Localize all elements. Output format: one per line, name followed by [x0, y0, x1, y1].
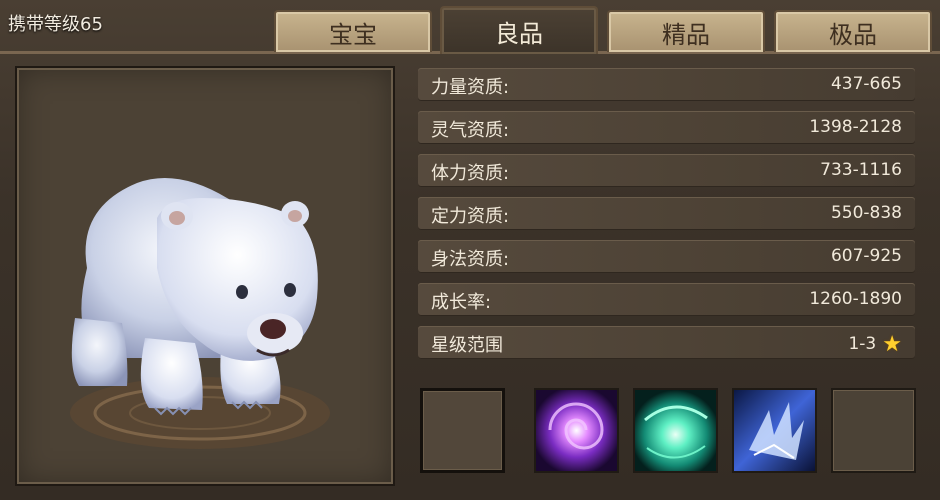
bear-eye-left — [236, 285, 248, 299]
bear-back-leg — [71, 318, 128, 386]
bear-front-leg-left — [140, 338, 203, 410]
attr-value: 733-1116 — [820, 160, 902, 180]
pet-info-panel: 宝宝 良品 精品 极品 携带等级65 力量资质: 437-665 灵气资质: 1… — [0, 0, 940, 500]
skill-slot-2[interactable] — [534, 388, 619, 473]
attr-value-star-range: 1-3 ★ — [848, 332, 902, 357]
attr-value: 1260-1890 — [809, 289, 902, 309]
attr-row-stamina: 体力资质: 733-1116 — [418, 154, 915, 187]
attr-row-growth: 成长率: 1260-1890 — [418, 283, 915, 316]
tab-jipin[interactable]: 极品 — [774, 10, 932, 52]
bear-nose — [260, 319, 286, 339]
tab-liangpin[interactable]: 良品 — [440, 6, 598, 54]
attr-label: 力量资质: — [431, 77, 510, 98]
attr-label: 身法资质: — [431, 249, 510, 270]
tab-bar: 宝宝 良品 精品 极品 — [0, 0, 940, 55]
skill-slot-5[interactable] — [831, 388, 916, 473]
tab-baobao[interactable]: 宝宝 — [274, 10, 432, 52]
skill-slot-4[interactable] — [732, 388, 817, 473]
skill-slot-1[interactable] — [419, 387, 507, 475]
bear-ear-right-inner — [288, 210, 302, 222]
carry-level-title: 携带等级65 — [8, 14, 103, 35]
polar-bear-model — [70, 178, 330, 449]
attr-row-star-range: 星级范围 1-3 ★ — [418, 326, 915, 359]
attr-row-strength: 力量资质: 437-665 — [418, 68, 915, 101]
selection-brush-frame — [419, 387, 507, 475]
attr-label: 灵气资质: — [431, 120, 510, 141]
attr-label: 体力资质: — [431, 163, 510, 184]
tab-jingpin[interactable]: 精品 — [607, 10, 765, 52]
attr-value: 607-925 — [830, 246, 902, 266]
attr-label: 成长率: — [431, 292, 492, 313]
attr-row-agility: 身法资质: 607-925 — [418, 240, 915, 273]
skill-slot-3[interactable] — [633, 388, 718, 473]
green-heal-skill-icon — [635, 390, 716, 471]
pet-model-frame — [15, 66, 395, 486]
purple-vortex-skill-icon — [536, 390, 617, 471]
attr-label: 定力资质: — [431, 206, 510, 227]
attr-value: 1398-2128 — [809, 117, 902, 137]
attr-row-spirit: 灵气资质: 1398-2128 — [418, 111, 915, 144]
attr-value: 437-665 — [830, 74, 902, 94]
attr-value: 550-838 — [830, 203, 902, 223]
bear-eye-right — [284, 283, 296, 297]
bear-ear-left-inner — [169, 211, 185, 225]
star-icon: ★ — [882, 332, 902, 357]
star-range-text: 1-3 — [848, 334, 877, 354]
attr-label: 星级范围 — [431, 335, 503, 356]
ice-claw-skill-icon — [734, 390, 815, 471]
attr-row-resolve: 定力资质: 550-838 — [418, 197, 915, 230]
